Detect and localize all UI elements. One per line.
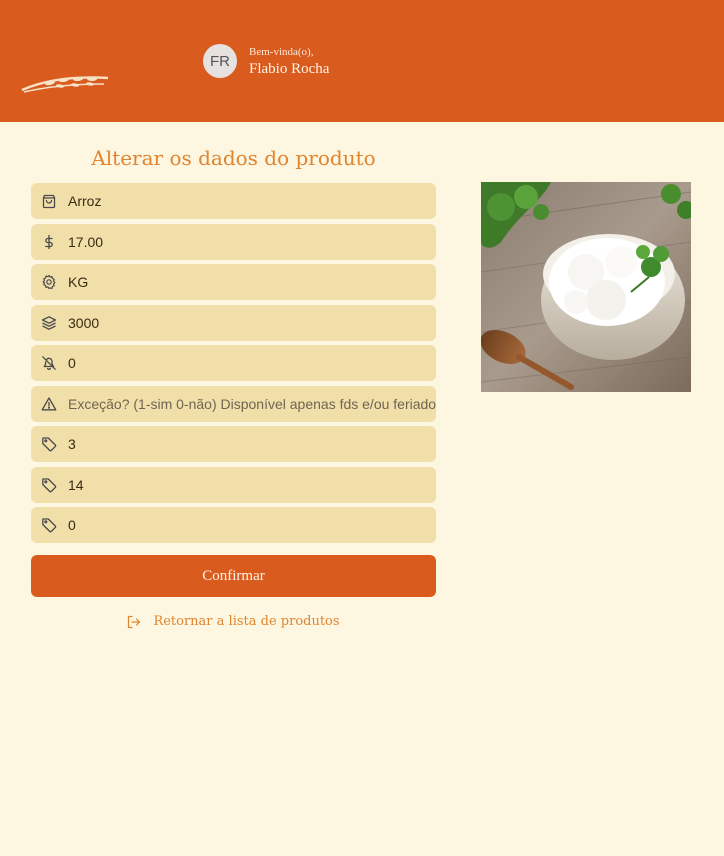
tag-icon: [41, 517, 57, 533]
exception-input[interactable]: [68, 386, 436, 422]
bell-off-icon: [41, 355, 57, 371]
product-image: [481, 182, 691, 392]
product-name-field[interactable]: [31, 183, 436, 219]
tag-field-3[interactable]: [31, 507, 436, 543]
wheat-logo: [21, 76, 109, 93]
avatar[interactable]: FR: [203, 44, 237, 78]
dollar-sign-icon: [41, 234, 57, 250]
tag-input-2[interactable]: [68, 467, 436, 503]
back-to-products-link[interactable]: Retornar a lista de produtos: [31, 614, 436, 629]
greeting-text: Bem-vinda(o),: [249, 46, 314, 58]
unit-field[interactable]: [31, 264, 436, 300]
exception-field[interactable]: [31, 386, 436, 422]
confirm-button[interactable]: Confirmar: [31, 555, 436, 597]
log-out-icon: [127, 615, 141, 629]
tag-icon: [41, 477, 57, 493]
tag-input-3[interactable]: [68, 507, 436, 543]
page-title: Alterar os dados do produto: [91, 146, 376, 170]
back-link-label: Retornar a lista de produtos: [153, 614, 340, 629]
product-name-input[interactable]: [68, 183, 436, 219]
user-name: Flabio Rocha: [249, 61, 330, 77]
price-input[interactable]: [68, 224, 436, 260]
shopping-bag-icon: [41, 193, 57, 209]
tag-icon: [41, 436, 57, 452]
tag-field-1[interactable]: [31, 426, 436, 462]
unit-input[interactable]: [68, 264, 436, 300]
notification-input[interactable]: [68, 345, 436, 381]
quantity-field[interactable]: [31, 305, 436, 341]
price-field[interactable]: [31, 224, 436, 260]
tag-input-1[interactable]: [68, 426, 436, 462]
gear-icon: [41, 274, 57, 290]
quantity-input[interactable]: [68, 305, 436, 341]
tag-field-2[interactable]: [31, 467, 436, 503]
layers-icon: [41, 315, 57, 331]
alert-triangle-icon: [41, 396, 57, 412]
notification-field[interactable]: [31, 345, 436, 381]
top-header: FR Bem-vinda(o), Flabio Rocha: [0, 0, 724, 122]
